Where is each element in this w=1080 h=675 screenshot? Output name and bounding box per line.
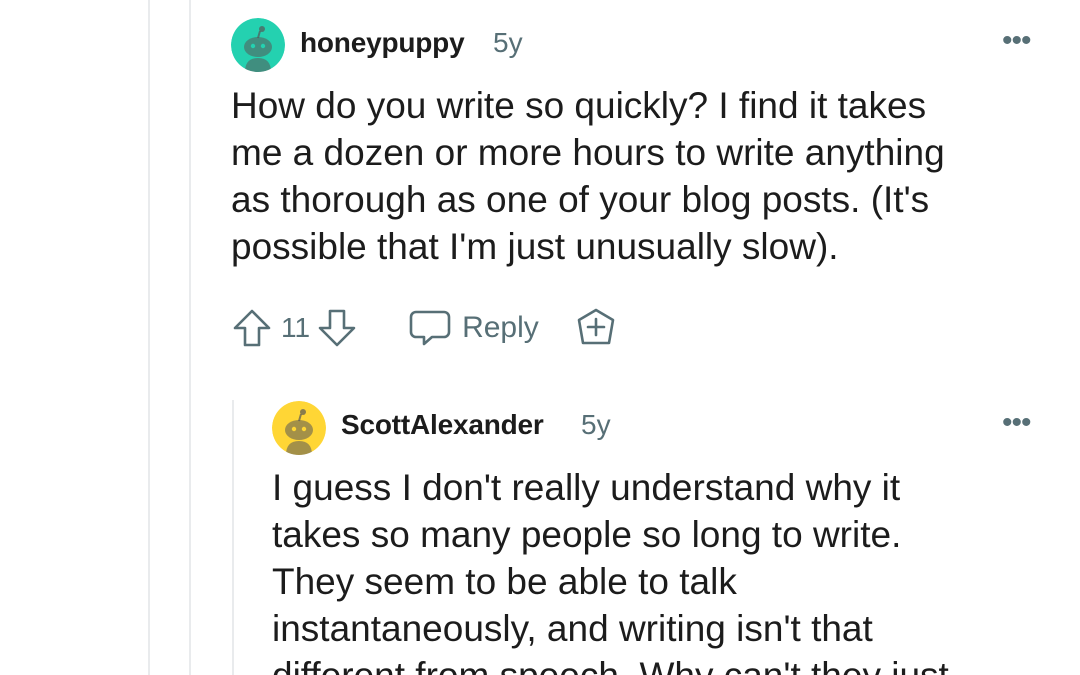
comment-actions: 11 Reply <box>231 306 617 350</box>
comment-body-line: They seem to be able to talk <box>272 561 737 602</box>
thread-line-mid[interactable] <box>189 0 191 675</box>
comment-body-line: different from speech. Why can't they ju… <box>272 652 949 675</box>
comment-body-line: instantaneously, and writing isn't that <box>272 608 873 649</box>
comment-bubble-icon <box>409 310 451 346</box>
upvote-button[interactable] <box>231 307 273 349</box>
comment-body: How do you write so quickly? I find it t… <box>231 82 945 270</box>
comment-author[interactable]: ScottAlexander <box>341 409 544 441</box>
comment-author[interactable]: honeypuppy <box>300 27 465 59</box>
avatar[interactable] <box>272 401 326 455</box>
more-options-icon[interactable]: ••• <box>1002 26 1031 56</box>
avatar[interactable] <box>231 18 285 72</box>
comment-body: I guess I don't really understand why it… <box>272 464 949 675</box>
comment-thread: honeypuppy 5y ••• How do you write so qu… <box>0 0 1080 675</box>
vote-count: 11 <box>281 312 311 343</box>
thread-line-reply[interactable] <box>232 400 234 675</box>
award-icon <box>577 308 615 345</box>
upvote-icon <box>233 309 271 347</box>
comment-body-line: I guess I don't really understand why it <box>272 467 901 508</box>
downvote-icon <box>318 309 356 347</box>
comment-timestamp: 5y <box>581 409 611 440</box>
comment-timestamp: 5y <box>493 27 523 58</box>
award-button[interactable] <box>575 307 617 349</box>
thread-line-outer[interactable] <box>148 0 150 675</box>
more-options-icon[interactable]: ••• <box>1002 408 1031 438</box>
downvote-button[interactable] <box>316 307 358 349</box>
comment-body-line: How do you write so quickly? I find it t… <box>231 85 927 126</box>
snoo-avatar-icon <box>231 18 285 72</box>
comment-body-line: as thorough as one of your blog posts. (… <box>231 179 930 220</box>
comment-body-line: takes so many people so long to write. <box>272 514 902 555</box>
snoo-avatar-icon <box>272 401 326 455</box>
comment-body-line: me a dozen or more hours to write anythi… <box>231 132 945 173</box>
reply-button[interactable]: Reply <box>408 308 539 348</box>
reply-label: Reply <box>462 311 539 344</box>
comment-body-line: possible that I'm just unusually slow). <box>231 226 839 267</box>
